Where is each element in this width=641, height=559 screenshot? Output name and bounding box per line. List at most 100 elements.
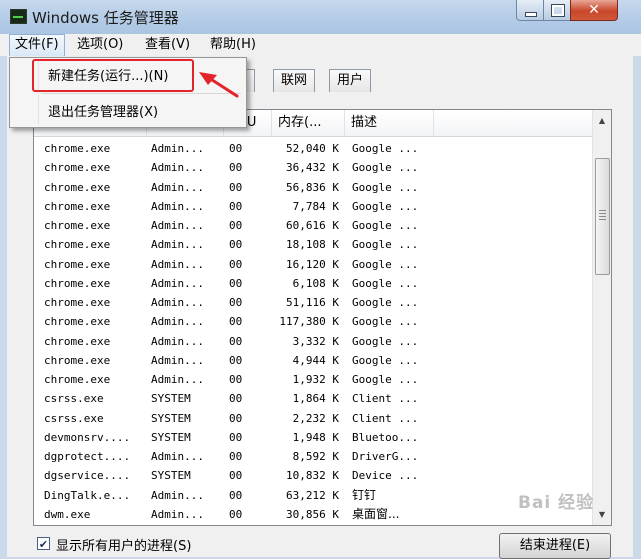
description-cell: Google ... [352, 353, 419, 367]
table-row[interactable]: dgservice.... SYSTEM 00 10,832 K Device ... [34, 466, 592, 485]
description-cell: Google ... [352, 296, 419, 309]
table-row[interactable]: chrome.exe Admin... 00 36,432 K Google ... [34, 158, 592, 177]
memory-cell: 4,944 K [292, 353, 339, 367]
end-process-button[interactable]: 结束进程(E) [499, 533, 611, 559]
cpu-cell: 00 [229, 469, 243, 483]
process-name-cell: csrss.exe [44, 411, 104, 425]
description-cell: Google ... [352, 219, 419, 232]
memory-cell: 7,784 K [292, 199, 339, 213]
description-cell: 钉钉 [352, 487, 377, 502]
memory-cell: 1,864 K [292, 392, 339, 406]
process-name-cell: chrome.exe [44, 276, 111, 290]
table-row[interactable]: dgprotect.... Admin... 00 8,592 K DriverG... [34, 447, 592, 466]
table-row[interactable]: chrome.exe Admin... 00 3,332 K Google ... [34, 332, 592, 351]
minimize-icon[interactable] [516, 0, 544, 21]
cpu-cell: 00 [229, 238, 243, 252]
user-name-cell: Admin... [151, 238, 204, 252]
menu-help[interactable]: 帮助(H) [205, 34, 261, 55]
process-name-cell: chrome.exe [44, 161, 111, 175]
user-name-cell: Admin... [151, 373, 204, 386]
memory-cell: 56,836 K [286, 180, 339, 194]
table-row[interactable]: chrome.exe Admin... 00 4,944 K Google ... [34, 351, 592, 370]
description-cell: Client ... [352, 392, 419, 406]
process-name-cell: chrome.exe [44, 257, 111, 271]
memory-cell: 18,108 K [286, 238, 339, 252]
menu-item-exit[interactable]: 退出任务管理器(X) [48, 101, 158, 120]
menu-file[interactable]: 文件(F) [9, 34, 65, 57]
column-description[interactable]: 描述 [345, 110, 434, 136]
memory-cell: 30,856 K [286, 507, 339, 521]
user-name-cell: SYSTEM [151, 469, 191, 483]
table-row[interactable]: csrss.exe SYSTEM 00 1,864 K Client ... [34, 389, 592, 408]
cpu-cell: 00 [229, 411, 243, 425]
scroll-down-icon[interactable]: ▼ [593, 506, 611, 523]
cpu-cell: 00 [229, 296, 243, 309]
description-cell: Google ... [352, 257, 419, 271]
user-name-cell: Admin... [151, 257, 204, 271]
menu-view[interactable]: 查看(V) [140, 34, 195, 55]
user-name-cell: Admin... [151, 142, 204, 155]
process-name-cell: chrome.exe [44, 334, 111, 348]
process-name-cell: devmonsrv.... [44, 430, 131, 444]
process-list[interactable]: 映像名称 用户名 CPU 内存(... 描述 chrome.exeAdmin..… [33, 109, 612, 526]
description-cell: Google ... [352, 238, 419, 252]
process-rows: chrome.exe Admin... 00 52,040 K Google ... ch… [34, 139, 592, 524]
table-row[interactable]: chrome.exe Admin... 00 51,116 K Google ... [34, 293, 592, 312]
table-row[interactable]: DingTalk.e... Admin... 00 63,212 K 钉钉 [34, 486, 592, 505]
red-arrow-icon [199, 72, 239, 98]
menu-bar: 文件(F) 选项(O) 查看(V) 帮助(H) [0, 34, 641, 57]
memory-cell: 1,948 K [292, 430, 339, 444]
description-cell: Device ... [352, 469, 419, 483]
user-name-cell: Admin... [151, 334, 204, 348]
table-row[interactable]: chrome.exe Admin... 00 6,108 K Google ... [34, 274, 592, 293]
user-name-cell: SYSTEM [151, 392, 191, 406]
user-name-cell: Admin... [151, 199, 204, 213]
user-name-cell: Admin... [151, 161, 204, 175]
scroll-thumb[interactable] [595, 158, 610, 275]
process-name-cell: chrome.exe [44, 296, 111, 309]
table-row[interactable]: devmonsrv.... SYSTEM 00 1,948 K Bluetoo... [34, 428, 592, 447]
cpu-cell: 00 [229, 276, 243, 290]
memory-cell: 10,832 K [286, 469, 339, 483]
table-row[interactable]: chrome.exe Admin... 00 117,380 K Google ... [34, 312, 592, 331]
description-cell: Google ... [352, 334, 419, 348]
description-cell: Google ... [352, 161, 419, 175]
highlight-box [32, 59, 194, 92]
cpu-cell: 00 [229, 180, 243, 194]
table-row[interactable]: chrome.exe Admin... 00 7,784 K Google ... [34, 197, 592, 216]
table-row[interactable]: csrss.exe SYSTEM 00 2,232 K Client ... [34, 409, 592, 428]
description-cell: DriverG... [352, 450, 419, 463]
process-name-cell: dgprotect.... [44, 450, 131, 463]
description-cell: Google ... [352, 180, 419, 194]
cpu-cell: 00 [229, 430, 243, 444]
user-name-cell: Admin... [151, 353, 204, 367]
table-row[interactable]: chrome.exe Admin... 00 1,932 K Google ... [34, 370, 592, 389]
vertical-scrollbar[interactable]: ▲ ▼ [592, 110, 611, 525]
process-name-cell: chrome.exe [44, 142, 111, 155]
table-row[interactable]: chrome.exe Admin... 00 18,108 K Google ... [34, 235, 592, 254]
table-row[interactable]: chrome.exe Admin... 00 16,120 K Google ... [34, 255, 592, 274]
table-row[interactable]: chrome.exe Admin... 00 60,616 K Google ... [34, 216, 592, 235]
table-row[interactable]: chrome.exe Admin... 00 52,040 K Google ... [34, 139, 592, 158]
user-name-cell: SYSTEM [151, 430, 191, 444]
scroll-up-icon[interactable]: ▲ [593, 112, 611, 129]
cpu-cell: 00 [229, 315, 243, 329]
process-name-cell: chrome.exe [44, 238, 111, 252]
tab-networking[interactable]: 联网 [273, 69, 316, 92]
table-row[interactable]: chrome.exe Admin... 00 56,836 K Google ... [34, 178, 592, 197]
description-cell: Google ... [352, 373, 419, 386]
memory-cell: 2,232 K [292, 411, 339, 425]
show-all-users-checkbox[interactable]: ✔ [37, 537, 50, 551]
menu-options[interactable]: 选项(O) [72, 34, 128, 55]
description-cell: Bluetoo... [352, 430, 419, 444]
description-cell: Google ... [352, 199, 419, 213]
user-name-cell: Admin... [151, 507, 204, 521]
memory-cell: 8,592 K [292, 450, 339, 463]
memory-cell: 6,108 K [292, 276, 339, 290]
column-memory[interactable]: 内存(... [272, 110, 345, 136]
close-icon[interactable]: ✕ [570, 0, 618, 21]
tab-users[interactable]: 用户 [329, 69, 372, 92]
maximize-icon[interactable] [543, 0, 571, 21]
cpu-cell: 00 [229, 219, 243, 232]
table-row[interactable]: dwm.exe Admin... 00 30,856 K 桌面窗... [34, 505, 592, 524]
